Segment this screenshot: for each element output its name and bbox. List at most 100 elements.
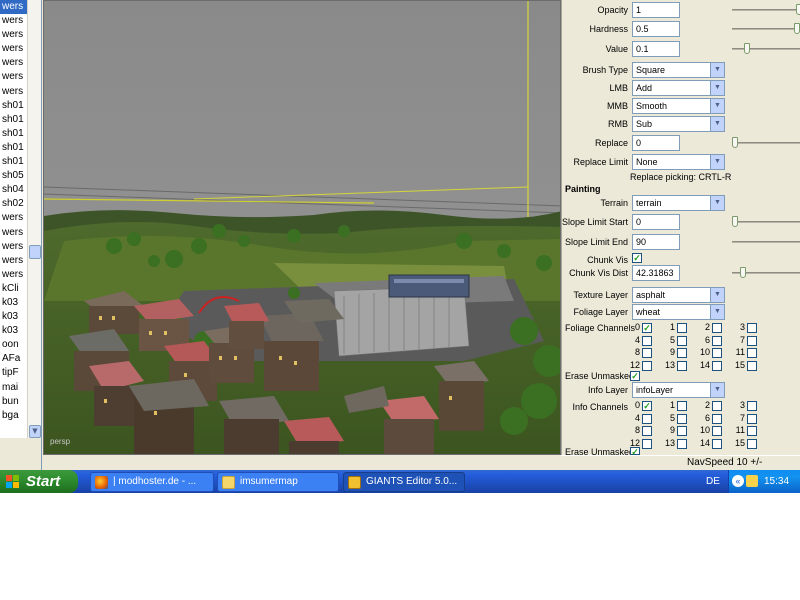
hardness-slider[interactable] [732, 23, 800, 34]
brush-type-dropdown[interactable]: Square ▼ [632, 62, 725, 78]
channel-checkbox[interactable] [677, 323, 687, 333]
start-button[interactable]: Start [0, 470, 78, 493]
scenegraph-list-item[interactable]: oon [0, 338, 27, 352]
channel-checkbox[interactable] [712, 426, 722, 436]
channel-checkbox[interactable] [677, 413, 687, 424]
scrollbar-thumb[interactable] [29, 245, 41, 259]
scenegraph-list-item[interactable]: AFa [0, 352, 27, 366]
terrain-dropdown[interactable]: terrain ▼ [632, 195, 725, 211]
chunk-vis-dist-field[interactable]: 42.31863 [632, 265, 680, 281]
info-layer-dropdown[interactable]: infoLayer ▼ [632, 382, 725, 398]
chevron-down-icon[interactable]: ▼ [710, 196, 724, 210]
channel-checkbox[interactable] [747, 335, 757, 346]
scenegraph-list-item[interactable]: wers [0, 56, 27, 70]
language-indicator[interactable]: DE [706, 470, 720, 493]
chunk-vis-dist-slider[interactable] [732, 267, 800, 278]
channel-checkbox[interactable]: ✓ [642, 323, 652, 333]
channel-checkbox[interactable] [712, 438, 722, 449]
slope-end-slider[interactable] [732, 241, 800, 243]
channel-checkbox[interactable] [642, 335, 652, 346]
scenegraph-list-item[interactable]: wers [0, 0, 27, 15]
replace-slider[interactable] [732, 137, 800, 148]
channel-checkbox[interactable] [642, 360, 652, 371]
hardness-field[interactable]: 0.5 [632, 21, 680, 37]
scenegraph-list-item[interactable]: bun [0, 395, 27, 409]
slope-start-slider-knob[interactable] [732, 216, 738, 227]
channel-checkbox[interactable] [677, 438, 687, 449]
scenegraph-list-item[interactable]: tipF [0, 366, 27, 380]
foliage-layer-dropdown[interactable]: wheat ▼ [632, 304, 725, 320]
scenegraph-list-item[interactable]: sh01 [0, 155, 27, 169]
replace-limit-dropdown[interactable]: None ▼ [632, 154, 725, 170]
scenegraph-list-item[interactable]: wers [0, 28, 27, 42]
channel-checkbox[interactable] [747, 401, 757, 411]
taskbar-item-firefox[interactable]: | modhoster.de - ... [90, 472, 214, 492]
scenegraph-list-item[interactable]: k03 [0, 296, 27, 310]
scenegraph-list-item[interactable]: k03 [0, 324, 27, 338]
slope-end-field[interactable]: 90 [632, 234, 680, 250]
scenegraph-list-item[interactable]: wers [0, 70, 27, 84]
channel-checkbox[interactable] [642, 426, 652, 436]
channel-checkbox[interactable] [747, 348, 757, 358]
hardness-slider-knob[interactable] [794, 23, 800, 34]
channel-checkbox[interactable] [677, 426, 687, 436]
chevron-down-icon[interactable]: ▼ [710, 305, 724, 319]
channel-checkbox[interactable] [712, 323, 722, 333]
scroll-down-button[interactable]: ▼ [29, 425, 41, 438]
opacity-slider-knob[interactable] [796, 4, 800, 15]
channel-checkbox[interactable] [677, 401, 687, 411]
taskbar-item-folder[interactable]: imsumermap [217, 472, 339, 492]
texture-layer-dropdown[interactable]: asphalt ▼ [632, 287, 725, 303]
list-vertical-scrollbar[interactable]: ▼ [27, 0, 41, 470]
taskbar-item-giants-editor[interactable]: GIANTS Editor 5.0... [343, 472, 465, 492]
channel-checkbox[interactable] [642, 438, 652, 449]
scenegraph-list-item[interactable]: sh04 [0, 183, 27, 197]
channel-checkbox[interactable] [677, 348, 687, 358]
scenegraph-list-item[interactable]: sh05 [0, 169, 27, 183]
channel-checkbox[interactable] [642, 348, 652, 358]
chevron-down-icon[interactable]: ▼ [710, 99, 724, 113]
chevron-down-icon[interactable]: ▼ [710, 63, 724, 77]
scenegraph-list-item[interactable]: sh01 [0, 141, 27, 155]
chevron-down-icon[interactable]: ▼ [710, 288, 724, 302]
chunk-vis-checkbox[interactable]: ✓ [632, 253, 642, 263]
opacity-slider[interactable] [732, 4, 800, 15]
scenegraph-list-item[interactable]: wers [0, 226, 27, 240]
replace-field[interactable]: 0 [632, 135, 680, 151]
channel-checkbox[interactable] [747, 426, 757, 436]
scenegraph-list-item[interactable]: wers [0, 14, 27, 28]
channel-checkbox[interactable] [712, 401, 722, 411]
slope-start-slider[interactable] [732, 216, 800, 227]
scenegraph-list-item[interactable]: sh01 [0, 113, 27, 127]
scenegraph-list-item[interactable]: wers [0, 85, 27, 99]
scenegraph-list-item[interactable]: sh02 [0, 197, 27, 211]
scenegraph-list-item[interactable]: wers [0, 42, 27, 56]
scenegraph-list-item[interactable]: wers [0, 211, 27, 225]
value-slider-knob[interactable] [744, 43, 750, 54]
lmb-dropdown[interactable]: Add ▼ [632, 80, 725, 96]
scenegraph-list-item[interactable]: kCli [0, 282, 27, 296]
scenegraph-list-item[interactable]: mai [0, 381, 27, 395]
replace-slider-knob[interactable] [732, 137, 738, 148]
channel-checkbox[interactable] [747, 413, 757, 424]
channel-checkbox[interactable] [747, 360, 757, 371]
3d-viewport[interactable]: persp [43, 0, 561, 455]
scenegraph-list-item[interactable]: wers [0, 254, 27, 268]
channel-checkbox[interactable] [642, 413, 652, 424]
scenegraph-list-item[interactable]: wers [0, 268, 27, 282]
scenegraph-list-item[interactable]: k03 [0, 310, 27, 324]
channel-checkbox[interactable] [712, 335, 722, 346]
security-alert-icon[interactable] [746, 475, 758, 487]
channel-checkbox[interactable] [712, 360, 722, 371]
opacity-field[interactable]: 1 [632, 2, 680, 18]
chevron-down-icon[interactable]: ▼ [710, 383, 724, 397]
channel-checkbox[interactable] [747, 323, 757, 333]
chevron-down-icon[interactable]: ▼ [710, 117, 724, 131]
channel-checkbox[interactable] [677, 360, 687, 371]
rmb-dropdown[interactable]: Sub ▼ [632, 116, 725, 132]
chevron-down-icon[interactable]: ▼ [710, 155, 724, 169]
scenegraph-list-item[interactable]: sh01 [0, 127, 27, 141]
clock[interactable]: 15:34 [764, 470, 789, 493]
erase-unmasked-checkbox[interactable]: ✓ [630, 371, 640, 381]
channel-checkbox[interactable] [747, 438, 757, 449]
